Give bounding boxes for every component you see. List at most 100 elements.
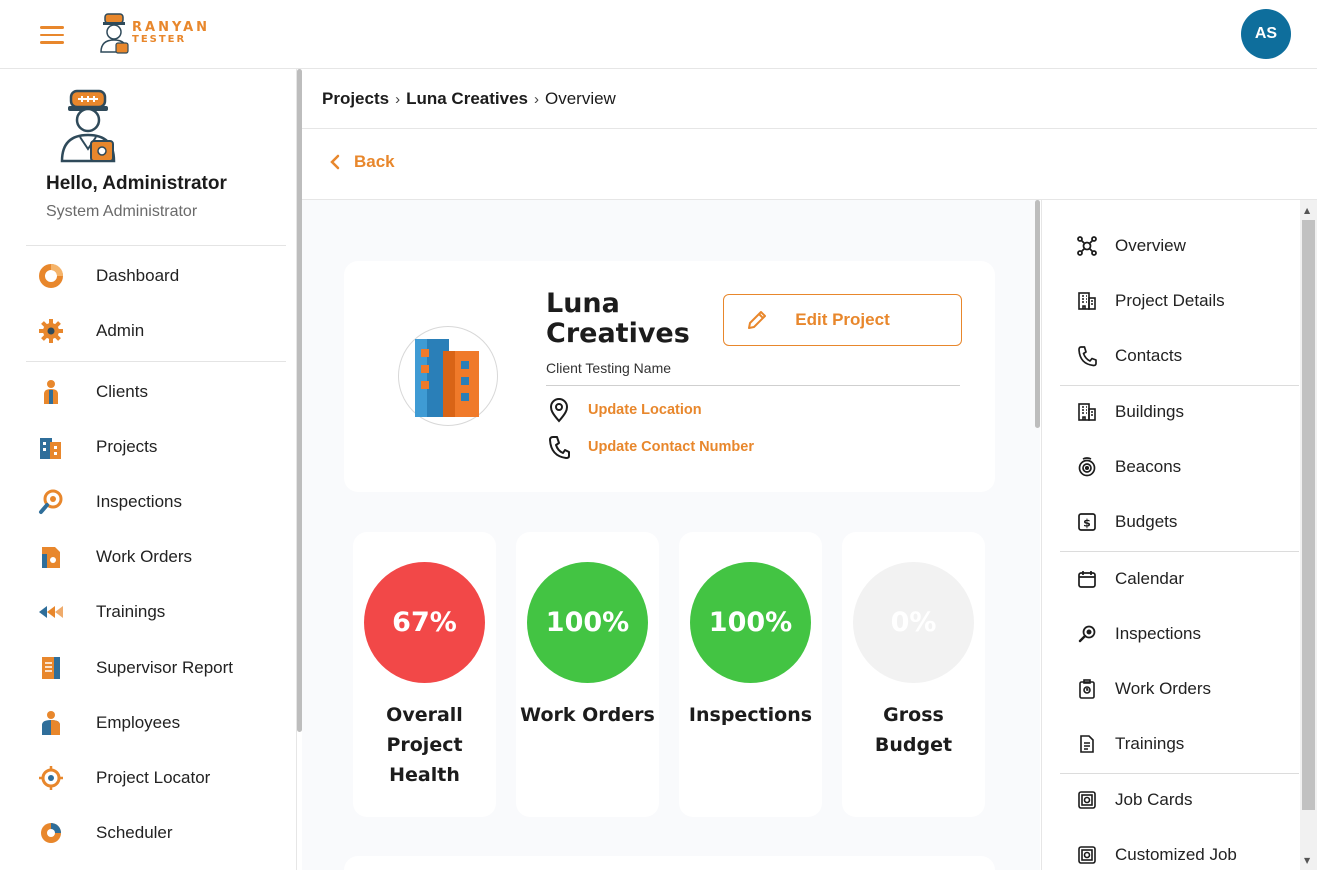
section-project-details[interactable]: Project Details: [1042, 278, 1299, 324]
sidebar-item-label: Clients: [96, 382, 148, 401]
sidebar-item-label: Inspections: [96, 492, 182, 511]
scheduler-icon: [38, 820, 64, 846]
svg-text:$: $: [1083, 517, 1091, 530]
sidebar-item-label: Projects: [96, 437, 158, 456]
breadcrumb-projects[interactable]: Projects: [322, 89, 389, 109]
logo-line-2: TESTER: [132, 34, 187, 45]
job-card-icon: [1076, 844, 1098, 866]
report-icon: [38, 655, 64, 681]
buildings-illustration-icon: [415, 339, 479, 417]
back-label: Back: [354, 152, 395, 171]
section-label: Contacts: [1115, 346, 1183, 365]
job-card-icon: [1076, 789, 1098, 811]
building-icon: [1076, 401, 1098, 423]
breadcrumb-project[interactable]: Luna Creatives: [406, 89, 528, 109]
user-avatar[interactable]: AS: [1241, 9, 1291, 59]
magnifier-icon: [1076, 623, 1098, 645]
section-customized-job[interactable]: Customized Job: [1042, 832, 1299, 870]
phone-icon: [549, 436, 570, 459]
location-pin-icon: [549, 398, 569, 423]
back-bar: Back: [302, 129, 1317, 200]
divider: [1060, 551, 1299, 552]
beacon-icon: [1076, 456, 1098, 478]
scroll-up-arrow-icon[interactable]: ▲: [1304, 206, 1310, 215]
section-buildings[interactable]: Buildings: [1042, 389, 1299, 435]
section-budgets[interactable]: $ Budgets: [1042, 499, 1299, 545]
sidebar-item-work-orders[interactable]: Work Orders: [0, 535, 296, 579]
stat-label: Gross Budget: [874, 704, 953, 756]
section-label: Customized Job: [1115, 845, 1237, 864]
sidebar-item-trainings[interactable]: Trainings: [0, 590, 296, 634]
calendar-icon: [1076, 568, 1098, 590]
sidebar-item-supervisor-report[interactable]: Supervisor Report: [0, 646, 296, 690]
section-trainings[interactable]: Trainings: [1042, 721, 1299, 767]
section-work-orders[interactable]: Work Orders: [1042, 666, 1299, 712]
client-name: Client Testing Name: [546, 360, 672, 376]
divider: [26, 361, 286, 362]
hamburger-menu-icon[interactable]: [40, 26, 64, 44]
stat-card-gross-budget[interactable]: 0% Gross Budget: [842, 532, 985, 817]
edit-project-button[interactable]: Edit Project: [723, 294, 962, 346]
sidebar-item-label: Project Locator: [96, 768, 211, 787]
sidebar-item-projects[interactable]: Projects: [0, 425, 296, 469]
left-sidebar: Hello, Administrator System Administrato…: [0, 69, 297, 870]
tester-mascot-icon: [100, 13, 129, 54]
chevron-right-icon: ›: [533, 90, 539, 108]
sidebar-item-admin[interactable]: Admin: [0, 309, 296, 353]
trainings-icon: [38, 599, 64, 625]
section-label: Work Orders: [1115, 679, 1212, 698]
app-logo[interactable]: RANYAN TESTER: [96, 12, 226, 58]
divider: [1060, 385, 1299, 386]
section-beacons[interactable]: Beacons: [1042, 444, 1299, 490]
profile-avatar-icon: [60, 89, 116, 163]
chevron-right-icon: ›: [395, 90, 401, 108]
update-contact-link[interactable]: Update Contact Number: [548, 434, 754, 460]
back-button[interactable]: Back: [330, 152, 395, 172]
stat-card-inspections[interactable]: 100% Inspections: [679, 532, 822, 817]
sidebar-item-inspections[interactable]: Inspections: [0, 480, 296, 524]
gear-icon: [38, 318, 64, 344]
section-label: Overview: [1115, 236, 1186, 255]
top-bar: RANYAN TESTER AS: [0, 0, 1317, 69]
sidebar-item-label: Dashboard: [96, 266, 180, 285]
magnifier-icon: [38, 489, 64, 515]
scroll-down-arrow-icon[interactable]: ▼: [1304, 856, 1310, 865]
section-inspections[interactable]: Inspections: [1042, 611, 1299, 657]
section-contacts[interactable]: Contacts: [1042, 333, 1299, 379]
building-icon: [1076, 290, 1098, 312]
project-image: [398, 326, 498, 426]
edit-project-label: Edit Project: [795, 310, 890, 329]
stat-value: 67%: [364, 562, 485, 683]
greeting: Hello, Administrator: [46, 173, 227, 194]
section-label: Calendar: [1115, 569, 1184, 588]
stat-label: Overall Project Health: [386, 704, 463, 786]
stat-card-overall-health[interactable]: 67% Overall Project Health: [353, 532, 496, 817]
section-calendar[interactable]: Calendar: [1042, 556, 1299, 602]
user-role: System Administrator: [46, 203, 198, 220]
work-order-icon: [38, 544, 64, 570]
breadcrumb-current: Overview: [544, 89, 616, 108]
network-icon: [1076, 235, 1098, 257]
stat-label: Work Orders: [520, 704, 655, 726]
section-label: Job Cards: [1115, 790, 1193, 809]
clipboard-icon: [1076, 678, 1098, 700]
page-scrollbar-thumb[interactable]: [1302, 220, 1315, 810]
sidebar-item-project-locator[interactable]: Project Locator: [0, 756, 296, 800]
chevron-left-icon: [330, 154, 340, 170]
sidebar-item-label: Scheduler: [96, 823, 173, 842]
person-icon: [38, 379, 64, 405]
divider: [546, 385, 960, 386]
sidebar-item-scheduler[interactable]: Scheduler: [0, 811, 296, 855]
section-label: Trainings: [1115, 734, 1185, 753]
content-scrollbar[interactable]: [1035, 200, 1040, 428]
stat-card-work-orders[interactable]: 100% Work Orders: [516, 532, 659, 817]
sidebar-item-clients[interactable]: Clients: [0, 370, 296, 414]
section-overview[interactable]: Overview: [1042, 223, 1299, 269]
update-location-link[interactable]: Update Location: [548, 397, 702, 423]
section-job-cards[interactable]: Job Cards: [1042, 777, 1299, 823]
sidebar-item-employees[interactable]: Employees: [0, 701, 296, 745]
buildings-icon: [38, 434, 64, 460]
sidebar-item-dashboard[interactable]: Dashboard: [0, 254, 296, 298]
dollar-icon: $: [1076, 511, 1098, 533]
project-card: Luna Creatives Client Testing Name Edit …: [344, 261, 995, 492]
